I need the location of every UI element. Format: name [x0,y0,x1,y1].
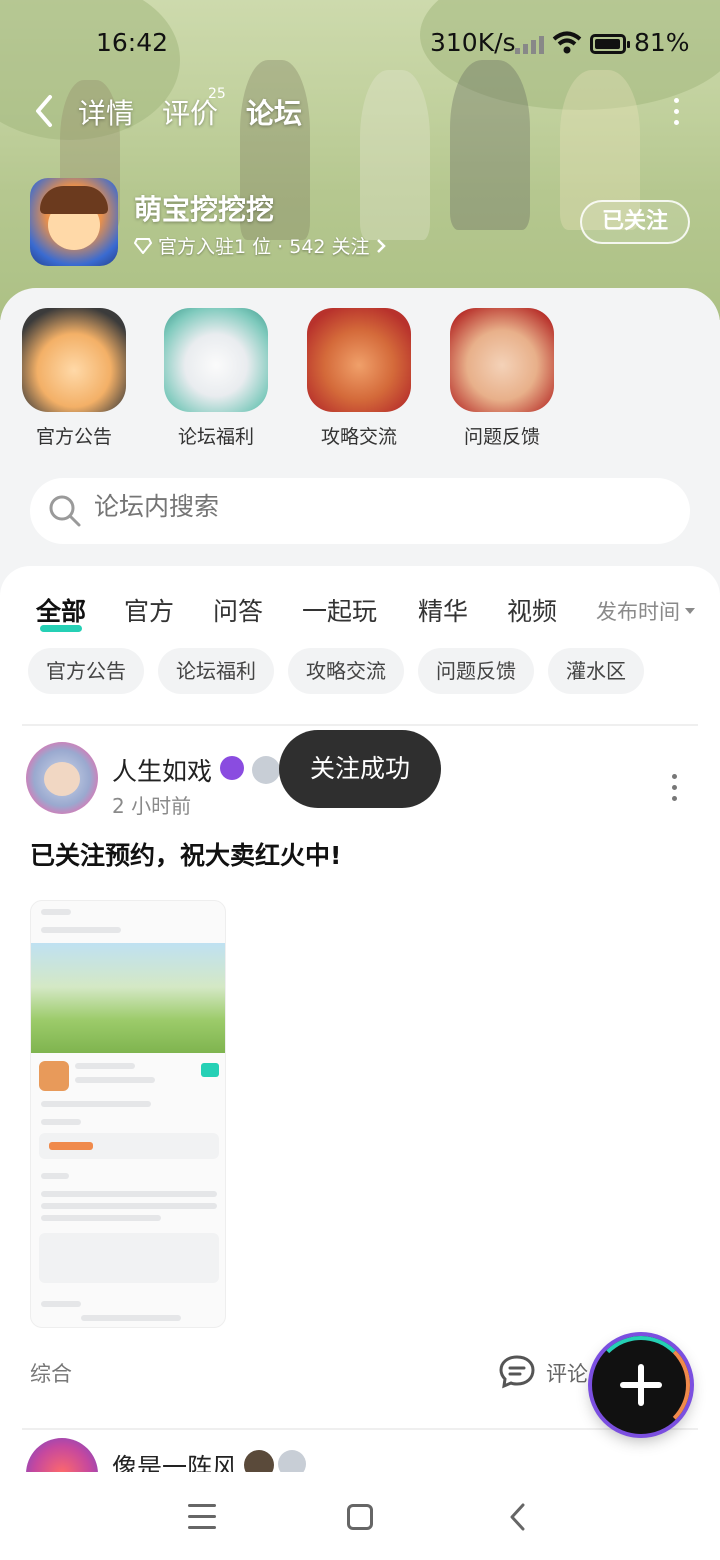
divider [22,1428,698,1430]
category-official-announcement[interactable]: 官方公告 [22,308,126,449]
chip-guide-exchange[interactable]: 攻略交流 [288,648,404,694]
tab-details[interactable]: 详情 [78,92,134,132]
feed-tab-play-together[interactable]: 一起玩 [302,592,377,628]
post-text: 已关注预约，祝大卖红火中! [30,841,342,870]
game-meta[interactable]: 官方入驻1 位 · 542 关注 [134,232,386,259]
chip-forum-welfare[interactable]: 论坛福利 [158,648,274,694]
menu-icon[interactable] [188,1504,216,1537]
back-icon[interactable] [30,94,60,128]
top-nav: 详情 评价 25 论坛 [0,86,720,136]
category-label: 攻略交流 [320,426,397,448]
divider [22,724,698,726]
follow-button[interactable]: 已关注 [580,200,690,244]
status-bar: 16:42 310K/s 81% [0,24,720,64]
chip-feedback[interactable]: 问题反馈 [418,648,534,694]
system-nav-bar [0,1472,720,1560]
category-avatar [307,308,411,412]
category-feedback[interactable]: 问题反馈 [450,308,554,449]
caret-down-icon [685,608,695,614]
forum-search-bar[interactable] [30,478,690,544]
plus-icon [592,1336,690,1434]
search-input[interactable] [94,492,654,521]
feed-tab-featured[interactable]: 精华 [418,592,468,628]
status-time: 16:42 [96,28,169,57]
post-more-icon[interactable] [672,774,678,807]
sort-label: 发布时间 [596,600,680,624]
comment-icon[interactable] [498,1354,536,1390]
feed-tab-video[interactable]: 视频 [507,592,557,628]
wifi-icon [552,31,582,54]
game-meta-text: 官方入驻1 位 · 542 关注 [158,236,370,258]
chip-water-zone[interactable]: 灌水区 [548,648,644,694]
post-time: 2 小时前 [112,794,192,818]
diamond-icon [134,237,152,254]
feed-tab-official[interactable]: 官方 [124,592,174,628]
feed-tab-qa[interactable]: 问答 [213,592,263,628]
category-forum-welfare[interactable]: 论坛福利 [164,308,268,449]
comment-label[interactable]: 评论 [546,1358,588,1388]
tab-forum[interactable]: 论坛 [246,92,302,134]
toast-message: 关注成功 [279,730,441,808]
tag-chips: 官方公告 论坛福利 攻略交流 问题反馈 灌水区 [28,648,644,696]
level-badge-icon [252,756,280,784]
review-count: 25 [208,86,226,102]
category-avatar [450,308,554,412]
more-options-icon[interactable] [674,98,682,125]
feed-tabs: 全部 官方 问答 一起玩 精华 视频 发布时间 [0,584,720,644]
chevron-right-icon [376,238,386,253]
post-card[interactable]: 人生如戏 2 小时前 已关注预约，祝大卖红火中! [0,736,720,1328]
signal-icon [515,36,544,54]
game-icon[interactable] [30,178,118,266]
post-category[interactable]: 综合 [30,1358,72,1388]
sort-dropdown[interactable]: 发布时间 [596,596,696,626]
category-label: 论坛福利 [177,426,254,448]
category-avatar [22,308,126,412]
back-nav-icon[interactable] [508,1502,528,1532]
game-title: 萌宝挖挖挖 [134,193,275,226]
chip-official-announcement[interactable]: 官方公告 [28,648,144,694]
avatar[interactable] [26,742,98,814]
category-label: 官方公告 [35,426,112,448]
battery-percent: 81% [634,28,690,57]
post-screenshot-image[interactable] [30,900,226,1328]
user-badge-icon [220,756,244,780]
category-label: 问题反馈 [463,426,540,448]
battery-icon [590,34,630,54]
category-avatar [164,308,268,412]
status-net-speed: 310K/s [430,28,516,57]
search-icon [49,495,81,527]
category-guide-exchange[interactable]: 攻略交流 [307,308,411,449]
category-row: 官方公告 论坛福利 攻略交流 问题反馈 [0,308,720,448]
game-info: 萌宝挖挖挖 官方入驻1 位 · 542 关注 已关注 [30,178,690,268]
feed-tab-all[interactable]: 全部 [36,592,86,632]
post-username[interactable]: 人生如戏 [112,752,212,788]
home-icon[interactable] [347,1504,373,1530]
